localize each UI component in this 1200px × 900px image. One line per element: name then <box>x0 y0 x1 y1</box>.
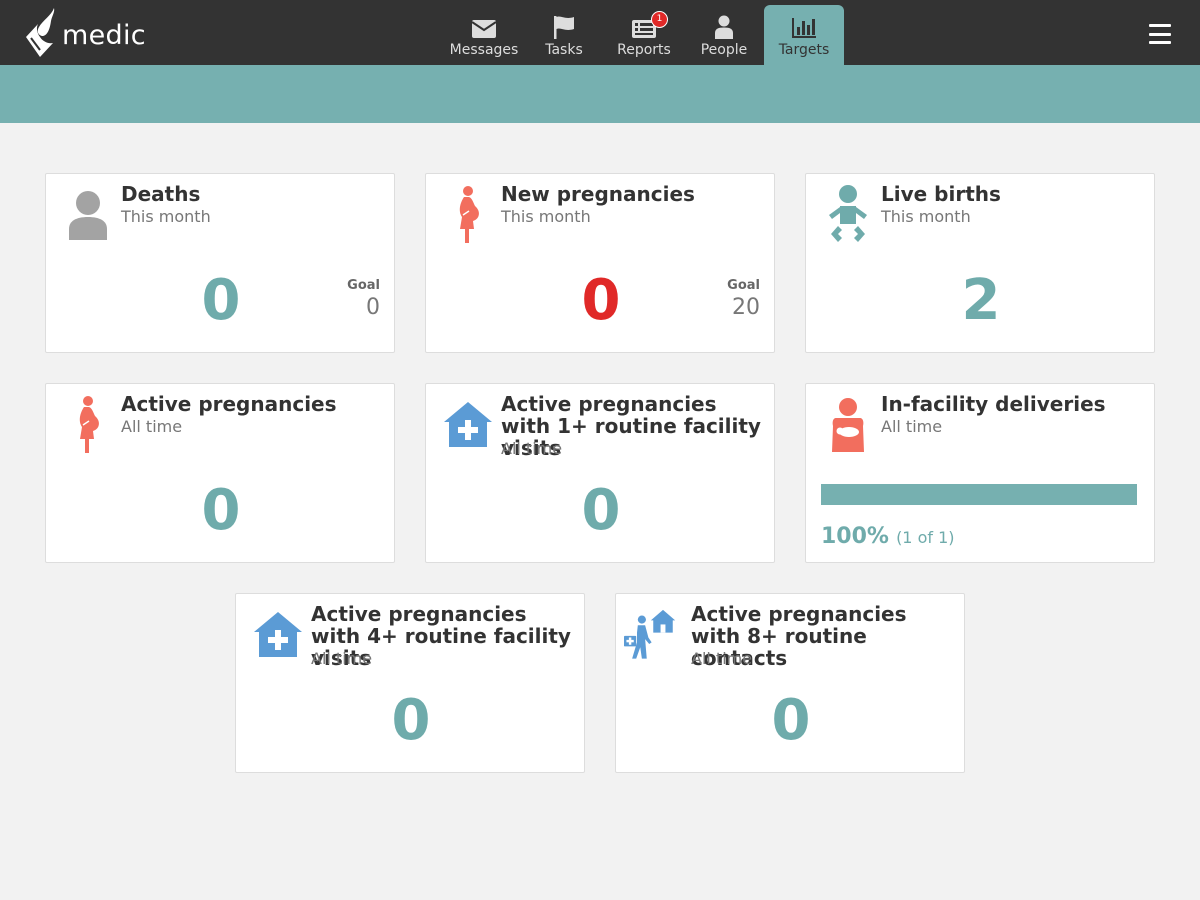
flag-icon <box>552 13 576 39</box>
target-period: All time <box>691 649 753 668</box>
tab-label: People <box>700 42 748 58</box>
target-period: All time <box>501 439 563 458</box>
target-card-4-plus-facility-visits: Active pregnancies with 4+ routine facil… <box>235 593 585 773</box>
target-count: 0 <box>771 688 811 753</box>
tab-label: Reports <box>617 42 671 58</box>
tab-label: Targets <box>778 42 830 58</box>
logo-text: medic <box>62 19 146 51</box>
target-card-active-pregnancies: Active pregnancies All time 0 <box>45 383 395 563</box>
target-card-live-births: Live births This month 2 <box>805 173 1155 353</box>
goal-value: 20 <box>732 295 760 320</box>
target-title: Live births <box>881 182 1001 206</box>
progress-percentage: 100% <box>821 524 889 549</box>
progress-summary: 100% (1 of 1) <box>821 524 955 549</box>
goal-label: Goal <box>347 278 380 293</box>
progress-bar <box>821 484 1137 505</box>
goal-value: 0 <box>366 295 380 320</box>
target-goal: Goal 20 <box>727 278 760 320</box>
target-count: 0 <box>201 478 241 543</box>
top-navigation-bar: medic Messages Tasks Reports 1 People Ta… <box>0 0 1200 65</box>
target-count: 0 <box>201 268 241 333</box>
main-tabs: Messages Tasks Reports 1 People Targets <box>444 5 844 65</box>
target-card-deaths: Deaths This month 0 Goal 0 <box>45 173 395 353</box>
tab-people[interactable]: People <box>684 5 764 65</box>
person-silhouette-icon <box>62 184 114 246</box>
target-card-1-plus-facility-visits: Active pregnancies with 1+ routine facil… <box>425 383 775 563</box>
pregnant-woman-icon <box>442 184 494 246</box>
page-subheader-bar <box>0 65 1200 123</box>
person-icon <box>714 13 734 39</box>
target-card-in-facility-deliveries: In-facility deliveries All time 100% (1 … <box>805 383 1155 563</box>
tab-tasks[interactable]: Tasks <box>524 5 604 65</box>
target-title: New pregnancies <box>501 182 695 206</box>
target-title: Deaths <box>121 182 201 206</box>
target-title: Active pregnancies <box>121 392 337 416</box>
tab-reports[interactable]: Reports 1 <box>604 5 684 65</box>
target-count: 0 <box>581 478 621 543</box>
mother-baby-icon <box>822 394 874 456</box>
tab-label: Messages <box>449 42 519 58</box>
envelope-icon <box>471 13 497 39</box>
health-facility-icon <box>252 604 304 666</box>
pregnant-woman-icon <box>62 394 114 456</box>
bar-chart-icon <box>791 13 817 39</box>
target-title: In-facility deliveries <box>881 392 1106 416</box>
target-period: This month <box>881 207 971 226</box>
dove-logo-icon <box>26 8 55 57</box>
target-count: 0 <box>391 688 431 753</box>
target-goal: Goal 0 <box>347 278 380 320</box>
target-period: All time <box>121 417 183 436</box>
health-worker-visit-icon <box>624 604 676 666</box>
target-count: 2 <box>961 268 1001 333</box>
tab-targets[interactable]: Targets <box>764 5 844 65</box>
progress-bar-fill <box>821 484 1137 505</box>
tab-messages[interactable]: Messages <box>444 5 524 65</box>
health-facility-icon <box>442 394 494 456</box>
goal-label: Goal <box>727 278 760 293</box>
menu-hamburger-icon[interactable] <box>1149 24 1171 44</box>
target-period: This month <box>501 207 591 226</box>
target-period: This month <box>121 207 211 226</box>
target-card-new-pregnancies: New pregnancies This month 0 Goal 20 <box>425 173 775 353</box>
target-period: All time <box>881 417 943 436</box>
baby-icon <box>822 184 874 246</box>
medic-logo[interactable]: medic <box>24 6 146 60</box>
tab-label: Tasks <box>545 42 583 58</box>
target-period: All time <box>311 649 373 668</box>
unread-reports-badge: 1 <box>651 11 668 28</box>
target-count: 0 <box>581 268 621 333</box>
target-card-8-plus-routine-contacts: Active pregnancies with 8+ routine conta… <box>615 593 965 773</box>
progress-fraction: (1 of 1) <box>896 528 955 547</box>
